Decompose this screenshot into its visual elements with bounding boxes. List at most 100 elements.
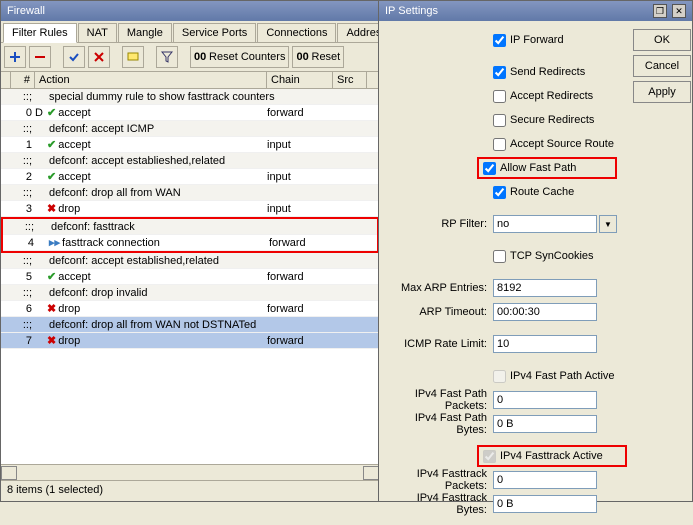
col-chain[interactable]: Chain [267,72,333,88]
tab-connections[interactable]: Connections [257,23,336,42]
fasttrack-highlight: ::;defconf: fasttrack4▸▸fasttrack connec… [1,217,379,253]
row-num: 4 [13,237,37,249]
ipv4-fasttrack-active-checkbox [483,450,496,463]
rp-filter-label: RP Filter: [387,218,493,230]
table-row[interactable]: 6✖dropforward [1,301,379,317]
firewall-tabs: Filter Rules NAT Mangle Service Ports Co… [1,21,379,43]
comment-text: defconf: accept ICMP [35,123,154,135]
disable-button[interactable] [88,46,110,68]
firewall-toolbar: 00 Reset Counters 00 Reset [1,43,379,72]
table-comment-row[interactable]: ::;defconf: drop all from WAN [1,185,379,201]
rp-filter-input[interactable] [493,215,597,233]
tab-service-ports[interactable]: Service Ports [173,23,256,42]
comment-text: defconf: fasttrack [37,221,135,233]
reset-counters-button[interactable]: 00 Reset Counters [190,46,289,68]
col-src[interactable]: Src [333,72,367,88]
row-num: 1 [11,139,35,151]
fp-packets-value [493,391,597,409]
scroll-left-button[interactable] [1,466,17,480]
scroll-right-button[interactable] [363,466,379,480]
max-arp-label: Max ARP Entries: [387,282,493,294]
arp-timeout-label: ARP Timeout: [387,306,493,318]
ip-title: IP Settings [385,5,438,17]
rules-grid: # Action Chain Src ::;special dummy rule… [1,72,379,464]
ft-bytes-value [493,495,597,513]
fasttrack-icon: ▸▸ [49,236,60,249]
row-action: drop [58,203,80,215]
ipv4-fasttrack-active-label: IPv4 Fasttrack Active [500,450,603,462]
table-comment-row[interactable]: ::;defconf: drop all from WAN not DSTNAT… [1,317,379,333]
rp-filter-dropdown[interactable]: ▼ [599,215,617,233]
route-cache-checkbox[interactable] [493,186,506,199]
table-row[interactable]: 5✔acceptforward [1,269,379,285]
comment-button[interactable] [122,46,144,68]
drop-icon: ✖ [47,202,56,215]
comment-text: defconf: drop invalid [35,287,147,299]
tab-filter-rules[interactable]: Filter Rules [3,23,77,43]
status-text: 8 items (1 selected) [7,484,103,496]
comment-text: special dummy rule to show fasttrack cou… [35,91,275,103]
table-row[interactable]: 2✔acceptinput [1,169,379,185]
table-row[interactable]: 1 ✔accept input [1,137,379,153]
row-num: 7 [11,335,35,347]
tab-nat[interactable]: NAT [78,23,117,42]
secure-redirects-checkbox[interactable] [493,114,506,127]
max-arp-input[interactable] [493,279,597,297]
comment-text: defconf: accept established,related [35,255,219,267]
table-row[interactable]: 4▸▸fasttrack connectionforward [3,235,377,251]
col-num[interactable]: # [11,72,35,88]
cancel-button[interactable]: Cancel [633,55,691,77]
accept-icon: ✔ [47,138,56,151]
comment-text: defconf: drop all from WAN not DSTNATed [35,319,256,331]
accept-redirects-checkbox[interactable] [493,90,506,103]
firewall-titlebar: Firewall [1,1,379,21]
row-chain: input [267,139,333,151]
row-chain: forward [267,107,333,119]
enable-button[interactable] [63,46,85,68]
table-row[interactable]: 7✖dropforward [1,333,379,349]
row-action: accept [58,171,90,183]
arp-timeout-input[interactable] [493,303,597,321]
table-comment-row[interactable]: ::;defconf: accept established,related [1,253,379,269]
ip-forward-checkbox[interactable] [493,34,506,47]
table-comment-row[interactable]: ::;special dummy rule to show fasttrack … [1,89,379,105]
tcp-syncookies-checkbox[interactable] [493,250,506,263]
table-row[interactable]: 3 ✖drop input [1,201,379,217]
filter-button[interactable] [156,46,178,68]
col-action[interactable]: Action [35,72,267,88]
table-comment-row[interactable]: ::;defconf: fasttrack [3,219,377,235]
apply-button[interactable]: Apply [633,81,691,103]
row-action: accept [58,271,90,283]
table-comment-row[interactable]: ::;defconf: drop invalid [1,285,379,301]
ip-titlebar: IP Settings ❐ ✕ [379,1,692,21]
comment-text: defconf: drop all from WAN [35,187,181,199]
row-action: drop [58,335,80,347]
row-num: 3 [11,203,35,215]
tab-mangle[interactable]: Mangle [118,23,172,42]
accept-redirects-label: Accept Redirects [510,90,593,102]
horizontal-scrollbar[interactable] [1,464,379,480]
row-action: accept [58,139,90,151]
window-restore-icon[interactable]: ❐ [653,4,667,18]
tcp-syncookies-label: TCP SynCookies [510,250,594,262]
fp-packets-label: IPv4 Fast Path Packets: [387,388,493,412]
route-cache-label: Route Cache [510,186,574,198]
firewall-window: Firewall Filter Rules NAT Mangle Service… [0,0,380,502]
remove-button[interactable] [29,46,51,68]
ok-button[interactable]: OK [633,29,691,51]
table-row[interactable]: 0D✔acceptforward [1,105,379,121]
row-num: 2 [11,171,35,183]
row-num: 5 [11,271,35,283]
row-chain: input [267,203,333,215]
table-comment-row[interactable]: ::;defconf: accept ICMP [1,121,379,137]
add-button[interactable] [4,46,26,68]
drop-icon: ✖ [47,302,56,315]
accept-source-route-checkbox[interactable] [493,138,506,151]
send-redirects-checkbox[interactable] [493,66,506,79]
icmp-rate-input[interactable] [493,335,597,353]
table-comment-row[interactable]: ::;defconf: accept establieshed,related [1,153,379,169]
allow-fast-path-checkbox[interactable] [483,162,496,175]
close-icon[interactable]: ✕ [672,4,686,18]
ip-forward-label: IP Forward [510,34,564,46]
reset-all-button[interactable]: 00 Reset [292,46,344,68]
